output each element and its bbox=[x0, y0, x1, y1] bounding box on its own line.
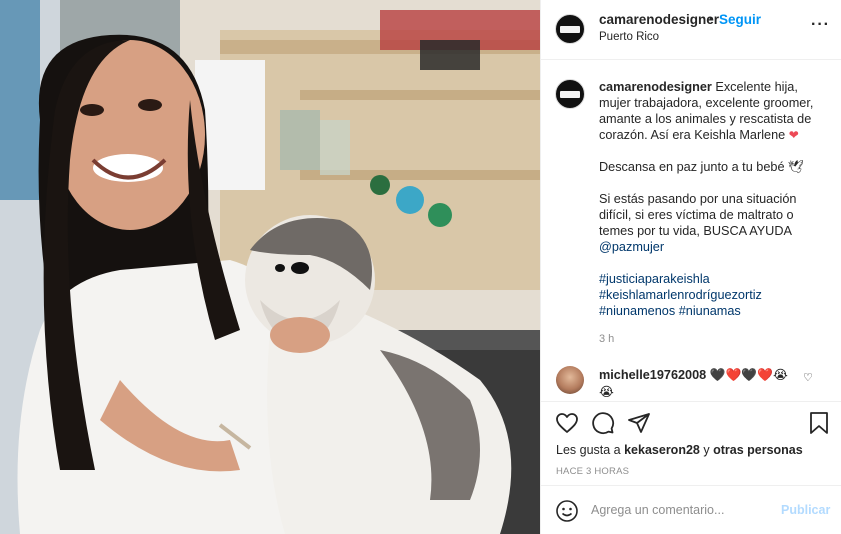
comment-input[interactable] bbox=[591, 500, 771, 520]
photo-illustration bbox=[0, 0, 540, 534]
heart-icon[interactable] bbox=[555, 411, 579, 435]
likes-summary: Les gusta a kekaseron28 y otras personas bbox=[556, 443, 803, 457]
emoji-icon[interactable] bbox=[555, 499, 579, 523]
commenter-avatar[interactable] bbox=[556, 366, 584, 394]
likes-others-link[interactable]: otras personas bbox=[713, 443, 803, 457]
post-photo[interactable] bbox=[0, 0, 540, 534]
more-options-icon[interactable]: ··· bbox=[811, 16, 830, 34]
follow-button[interactable]: Seguir bbox=[719, 12, 761, 27]
caption-author-avatar[interactable] bbox=[555, 79, 585, 109]
add-comment-bar: Publicar bbox=[541, 485, 841, 534]
comment-item: michelle19762008 🖤❤️🖤❤️😭😭 bbox=[599, 367, 799, 401]
comment-icon[interactable] bbox=[591, 411, 615, 435]
comments-list[interactable]: camarenodesigner Excelente hija, mujer t… bbox=[541, 61, 841, 401]
mention-link[interactable]: @pazmujer bbox=[599, 240, 664, 254]
hashtag-link[interactable]: #justiciaparakeishla bbox=[599, 271, 831, 287]
comment-like-icon[interactable]: ♡ bbox=[803, 371, 813, 384]
bookmark-icon[interactable] bbox=[807, 411, 831, 435]
hashtag-link[interactable]: #keishlamarlenrodríguezortiz bbox=[599, 287, 831, 303]
post-location[interactable]: Puerto Rico bbox=[599, 31, 659, 43]
publish-button[interactable]: Publicar bbox=[781, 503, 830, 517]
likes-mid: y bbox=[699, 443, 714, 457]
hashtag-link[interactable]: #niunamenos #niunamas bbox=[599, 303, 831, 319]
caption-time: 3 h bbox=[599, 333, 615, 345]
author-username[interactable]: camarenodesigner bbox=[599, 12, 719, 27]
caption-text-2: Descansa en paz junto a tu bebé 🕊 bbox=[599, 160, 805, 174]
post-caption: camarenodesigner Excelente hija, mujer t… bbox=[599, 79, 831, 319]
post-header: camarenodesigner • Seguir Puerto Rico ··… bbox=[541, 0, 841, 60]
caption-username[interactable]: camarenodesigner bbox=[599, 80, 712, 94]
caption-text-3: Si estás pasando por una situación difíc… bbox=[599, 192, 797, 238]
likes-prefix: Les gusta a bbox=[556, 443, 625, 457]
share-icon[interactable] bbox=[627, 411, 651, 435]
author-avatar[interactable] bbox=[555, 14, 585, 44]
post-side-panel: camarenodesigner • Seguir Puerto Rico ··… bbox=[540, 0, 841, 534]
post-timestamp[interactable]: HACE 3 HORAS bbox=[556, 466, 629, 477]
heart-emoji: ❤ bbox=[788, 128, 799, 142]
likes-user-link[interactable]: kekaseron28 bbox=[624, 443, 700, 457]
header-separator: • bbox=[709, 11, 714, 26]
commenter-username[interactable]: michelle19762008 bbox=[599, 368, 706, 382]
